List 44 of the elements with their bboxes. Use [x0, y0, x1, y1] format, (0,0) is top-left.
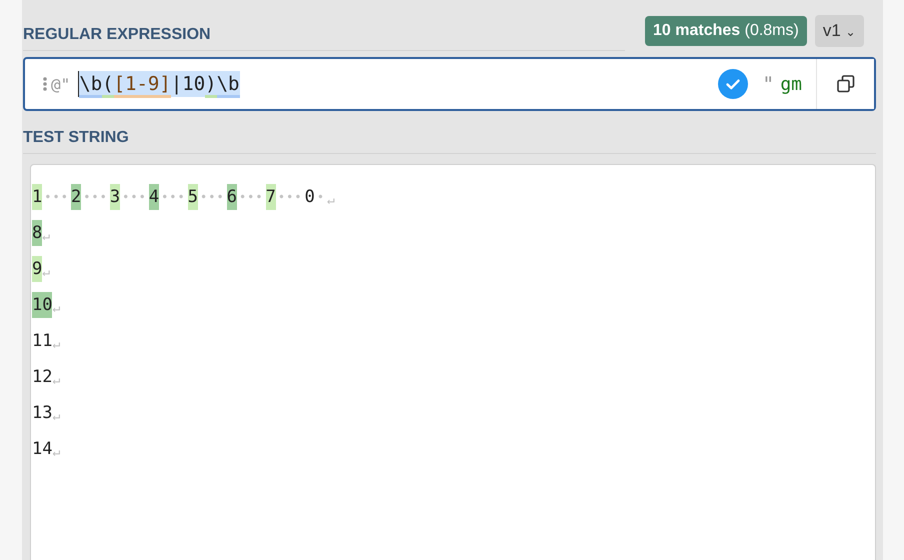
match-highlight: 8 — [32, 220, 42, 246]
match-count-badge: 10 matches (0.8ms) — [645, 16, 807, 46]
line-break-marker: ↵ — [52, 300, 60, 316]
copy-button[interactable] — [816, 59, 874, 109]
test-text: 11 — [32, 331, 52, 351]
match-highlight: 5 — [188, 184, 198, 210]
regex-delimiter: " — [762, 72, 774, 96]
match-highlight: 9 — [32, 256, 42, 282]
match-highlight: 4 — [148, 184, 160, 210]
section-title: REGULAR EXPRESSION — [23, 26, 211, 42]
test-text: 0 — [304, 187, 315, 207]
match-highlight: 10 — [32, 292, 52, 318]
line-break-marker: ↵ — [52, 372, 60, 388]
regex-expression: \b([1-9]|10)\b — [78, 71, 240, 97]
drag-handle-icon — [43, 77, 47, 91]
test-text: 12 — [32, 367, 52, 387]
whitespace-marker: ••• — [43, 190, 70, 204]
whitespace-marker: ••• — [199, 190, 226, 204]
whitespace-marker: ••• — [82, 190, 109, 204]
line-break-marker: ↵ — [52, 336, 60, 352]
whitespace-marker: ••• — [276, 190, 304, 204]
line-break-marker: ↵ — [327, 192, 335, 208]
whitespace-marker: • — [316, 190, 326, 204]
match-highlight: 3 — [110, 184, 120, 210]
match-highlight: 1 — [32, 184, 42, 210]
test-string-editor[interactable]: 1•••2•••3•••4•••5•••6•••7•••0•↵ 8↵ 9↵ 10↵ 11↵ 12↵ 13↵ 14↵ — [30, 164, 876, 560]
regex-delimiter: @" — [51, 74, 70, 94]
regex-field[interactable]: @" \b([1-9]|10)\b " gm — [23, 57, 876, 111]
copy-icon — [836, 75, 854, 93]
flags-button[interactable]: gm — [780, 74, 816, 94]
test-text: 13 — [32, 403, 52, 423]
line-break-marker: ↵ — [52, 444, 60, 460]
test-text: 14 — [32, 439, 52, 459]
line-break-marker: ↵ — [42, 264, 50, 280]
line-break-marker: ↵ — [52, 408, 60, 424]
section-title: TEST STRING — [23, 128, 129, 146]
match-highlight: 2 — [70, 184, 82, 210]
match-highlight: 7 — [266, 184, 276, 210]
whitespace-marker: ••• — [160, 190, 187, 204]
match-highlight: 6 — [226, 184, 237, 210]
whitespace-marker: ••• — [238, 190, 265, 204]
line-break-marker: ↵ — [42, 228, 50, 244]
whitespace-marker: ••• — [121, 190, 148, 204]
version-dropdown[interactable]: v1 ⌄ — [814, 15, 864, 47]
